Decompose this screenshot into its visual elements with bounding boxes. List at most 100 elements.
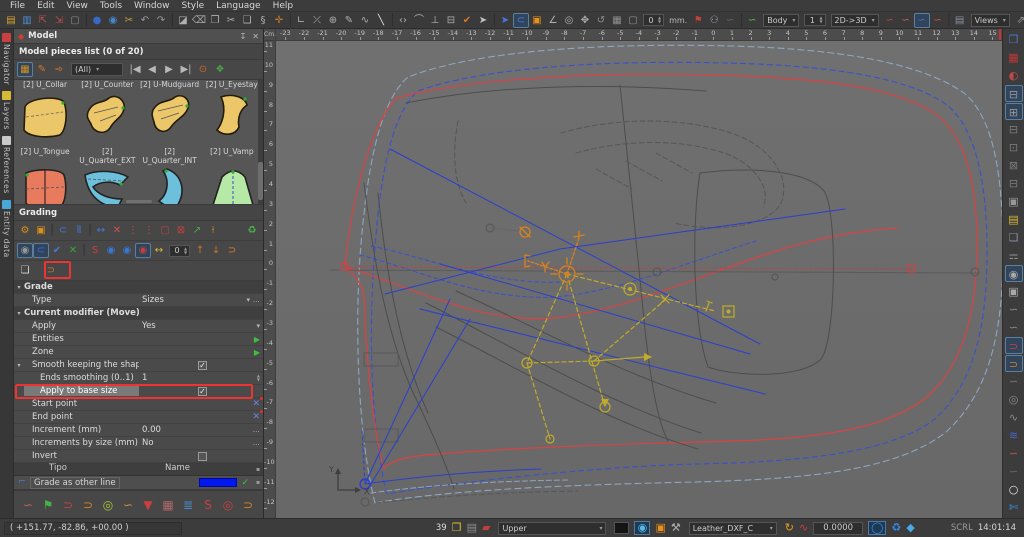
curve-gray-icon[interactable]: ∿: [1005, 409, 1023, 426]
pages-icon[interactable]: ❐: [1005, 31, 1023, 48]
sole-icon[interactable]: ∽: [1005, 319, 1023, 336]
sections-icon[interactable]: §: [255, 13, 271, 28]
shoe-striped-icon[interactable]: ∽: [882, 13, 898, 28]
grade-apply-icon[interactable]: ↗: [189, 223, 205, 238]
menu-help[interactable]: Help: [267, 1, 300, 11]
drawing-canvas-area[interactable]: Cm. -23-22-21-20-19-18-17-16-15-14-13-12…: [264, 29, 1002, 518]
spinner-arrows-icon[interactable]: ▲▼: [819, 16, 822, 24]
smooth-checkbox[interactable]: ✓: [198, 361, 207, 370]
ring-yellow-icon[interactable]: ◎: [100, 498, 116, 513]
grading-spinner[interactable]: 0▲▼: [169, 245, 190, 257]
multi-cut-icon[interactable]: ✂: [121, 13, 137, 28]
baseline-icon[interactable]: ⊥: [427, 13, 443, 28]
edit-piece-icon[interactable]: ✎: [34, 62, 50, 77]
menu-file[interactable]: File: [4, 1, 31, 11]
shoe-red-outline-icon[interactable]: ∽: [898, 13, 914, 28]
grade-points-icon[interactable]: ⋮: [125, 223, 141, 238]
center-icon[interactable]: ⊕: [325, 13, 341, 28]
folder-yellow-icon[interactable]: ▤: [1005, 211, 1023, 228]
tab-references[interactable]: References: [2, 136, 11, 194]
grade-x-icon[interactable]: ✕: [65, 243, 81, 258]
import-icon[interactable]: ⇱: [35, 13, 51, 28]
ring-icon[interactable]: ◎: [1005, 391, 1023, 408]
table-row[interactable]: ⌐ Grade as other line ✓ ▪: [14, 476, 263, 490]
flag-green-icon[interactable]: ⚑: [40, 498, 56, 513]
select-entities-icon[interactable]: ▶: [254, 335, 260, 344]
shoe-blue-icon[interactable]: ∽: [914, 13, 930, 28]
piece-thumbnail[interactable]: [201, 167, 263, 203]
folder-dark-icon[interactable]: ▤: [952, 13, 968, 28]
pieces-scrollbar[interactable]: [258, 80, 263, 204]
ortho-toggle[interactable]: ◯: [868, 521, 886, 535]
mode-select[interactable]: 2D->3D▾: [831, 14, 879, 27]
stack-icon[interactable]: ≋: [1005, 427, 1023, 444]
frame-icon[interactable]: ⊟: [443, 13, 459, 28]
open-file-icon[interactable]: ▤: [3, 13, 19, 28]
property-row-increment[interactable]: Increment (mm) 0.00 …: [14, 424, 263, 437]
cut-icon[interactable]: ✂: [223, 13, 239, 28]
export-icon[interactable]: ⇲: [51, 13, 67, 28]
tools-icon[interactable]: ⚒: [671, 521, 681, 535]
property-row-smooth[interactable]: ▾ Smooth keeping the shape ✓: [14, 359, 263, 372]
picture-icon[interactable]: ▦: [160, 498, 176, 513]
grid-red-icon[interactable]: ▦: [1005, 49, 1023, 66]
property-value[interactable]: Yes: [142, 321, 156, 331]
card-icon[interactable]: ⊟: [1005, 175, 1023, 192]
collapse-icon[interactable]: ▾: [14, 310, 24, 317]
tab-layers[interactable]: Layers: [2, 91, 11, 130]
card-icon[interactable]: ⊞: [1005, 103, 1023, 120]
property-row-ends-smoothing[interactable]: Ends smoothing (0..1) 1 ▲▼: [14, 372, 263, 385]
piece-thumbnail[interactable]: [139, 167, 201, 203]
ring-red-icon[interactable]: ◎: [220, 498, 236, 513]
angle-icon[interactable]: ∠: [545, 13, 561, 28]
paste-icon[interactable]: ❏: [239, 13, 255, 28]
send-piece-icon[interactable]: ➾: [51, 62, 67, 77]
angle-value[interactable]: 0.0000: [813, 522, 863, 535]
grade-span-icon[interactable]: ↔: [93, 223, 109, 238]
grade-up-icon[interactable]: ↑: [192, 243, 208, 258]
spinner-arrows-icon[interactable]: ▲▼: [257, 374, 260, 382]
line-icon[interactable]: ╲: [373, 13, 389, 28]
property-value[interactable]: Sizes: [142, 295, 164, 305]
grade-refresh-icon[interactable]: ♻: [244, 223, 260, 238]
check-curve-icon[interactable]: ✔: [459, 13, 475, 28]
card-icon[interactable]: ⊟: [1005, 85, 1023, 102]
more-icon[interactable]: …: [253, 296, 260, 304]
camera2-icon[interactable]: ▣: [1005, 283, 1023, 300]
grade-report-icon[interactable]: ❏: [17, 263, 33, 278]
grade-c-icon[interactable]: ⊂: [33, 243, 49, 258]
next-piece-icon[interactable]: ▶: [161, 62, 177, 77]
tab-entity-data[interactable]: Entity data: [2, 200, 11, 258]
piece-thumbnail[interactable]: [14, 91, 76, 147]
copy-icon[interactable]: ❐: [207, 13, 223, 28]
last-green-icon[interactable]: ∽: [744, 13, 760, 28]
chart-icon[interactable]: ∿: [799, 521, 808, 535]
material-select[interactable]: Leather_DXF_C▾: [689, 522, 777, 535]
rotate-icon[interactable]: ↺: [593, 13, 609, 28]
cursor-blue-icon[interactable]: ➤: [497, 13, 513, 28]
corner-tool-icon[interactable]: ∟: [293, 13, 309, 28]
grade-measure-icon[interactable]: ↔: [151, 243, 167, 258]
sphere-icon[interactable]: ●: [89, 13, 105, 28]
spinner-arrows-icon[interactable]: ▲▼: [184, 247, 187, 255]
body-select[interactable]: Body▾: [763, 14, 799, 27]
grade-points2-icon[interactable]: ⋮: [141, 223, 157, 238]
image-icon[interactable]: ▦: [609, 13, 625, 28]
table-scroll-icon[interactable]: ▪: [253, 463, 263, 475]
column-tipo[interactable]: Tipo: [14, 463, 102, 475]
grade-line-icon[interactable]: ⊃: [240, 498, 256, 513]
confirm-icon[interactable]: ✓: [241, 478, 249, 488]
property-group-current-modifier[interactable]: ▾ Current modifier (Move): [14, 307, 263, 320]
property-row-zone[interactable]: Zone ▶: [14, 346, 263, 359]
prev-piece-icon[interactable]: ◀: [144, 62, 160, 77]
scissors-icon[interactable]: ✄: [1005, 499, 1023, 516]
last-piece-icon[interactable]: ▶|: [178, 62, 194, 77]
bulb-icon[interactable]: ○: [1005, 481, 1023, 498]
grade-pin-icon[interactable]: ⍿: [205, 223, 221, 238]
pieces-resize-handle[interactable]: [126, 200, 152, 203]
folder-new-icon[interactable]: ❏: [1005, 229, 1023, 246]
views-select[interactable]: Views▾: [971, 14, 1010, 27]
grade-line-type[interactable]: Grade as other line: [30, 477, 120, 489]
grade-deselect-icon[interactable]: ⊠: [173, 223, 189, 238]
contrast-icon[interactable]: ◐: [1005, 67, 1023, 84]
